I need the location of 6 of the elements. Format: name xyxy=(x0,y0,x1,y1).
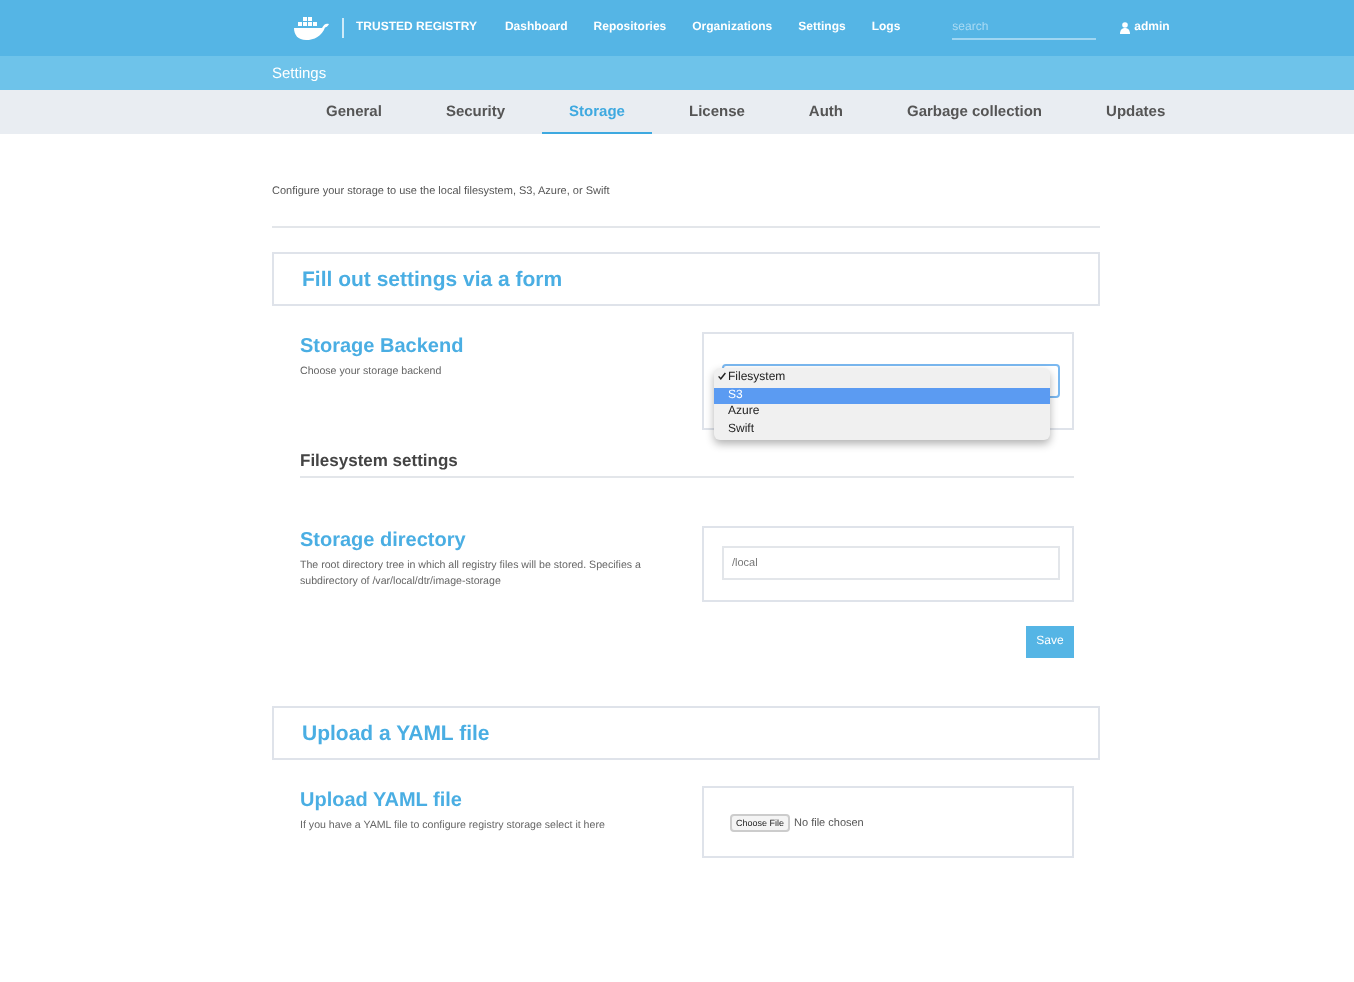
subsection-title: Filesystem settings xyxy=(300,450,460,470)
setting-title: Storage Backend xyxy=(300,336,466,358)
setting-title: Upload YAML file xyxy=(300,790,464,812)
setting-title: Storage directory xyxy=(300,530,468,552)
section-header: Fill out settings via a form xyxy=(272,252,1100,306)
section-header: Upload a YAML file xyxy=(272,706,1100,760)
